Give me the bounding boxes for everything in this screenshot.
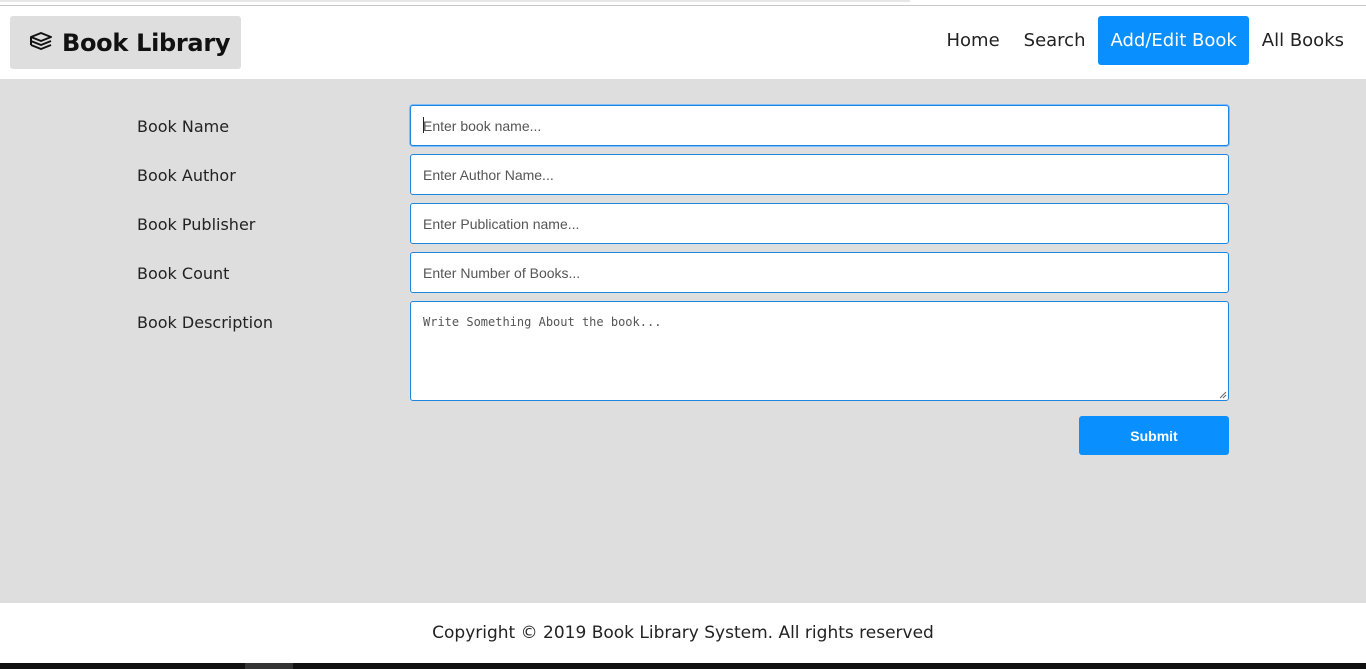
nav-all-books[interactable]: All Books: [1250, 16, 1356, 65]
nav-add-edit-book[interactable]: Add/Edit Book: [1098, 16, 1249, 65]
text-caret: [423, 117, 424, 133]
nav-home[interactable]: Home: [934, 16, 1011, 65]
book-publisher-input[interactable]: [410, 203, 1229, 244]
book-publisher-label: Book Publisher: [137, 215, 256, 234]
navbar: Book Library Home Search Add/Edit Book A…: [0, 6, 1366, 79]
book-author-label: Book Author: [137, 166, 236, 185]
window-top-edge-segment: [0, 0, 910, 2]
resize-grip-icon[interactable]: [1219, 391, 1227, 399]
book-form-panel: Book Name Book Author Book Publisher Boo…: [0, 79, 1366, 603]
nav-search[interactable]: Search: [1012, 16, 1098, 65]
book-author-input[interactable]: [410, 154, 1229, 195]
book-name-input[interactable]: [410, 105, 1229, 146]
submit-button[interactable]: Submit: [1079, 416, 1229, 455]
taskbar-edge: [0, 663, 1366, 669]
copyright-text: Copyright © 2019 Book Library System. Al…: [432, 623, 934, 643]
footer: Copyright © 2019 Book Library System. Al…: [0, 603, 1366, 663]
book-count-label: Book Count: [137, 264, 230, 283]
book-description-label: Book Description: [137, 313, 274, 332]
brand-logo[interactable]: Book Library: [10, 16, 241, 69]
books-stack-icon: [28, 31, 54, 54]
book-count-input[interactable]: [410, 252, 1229, 293]
taskbar-tab[interactable]: [245, 663, 293, 669]
book-name-label: Book Name: [137, 117, 230, 136]
main-nav: Home Search Add/Edit Book All Books: [934, 16, 1356, 65]
book-description-textarea[interactable]: [410, 301, 1229, 401]
brand-title: Book Library: [62, 28, 231, 57]
